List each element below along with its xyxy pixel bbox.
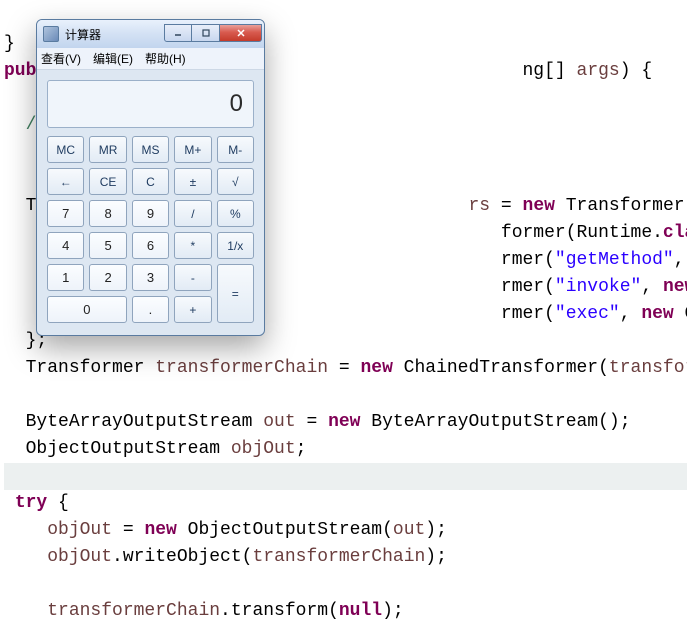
code-highlight-line: [4, 463, 687, 490]
percent-button[interactable]: %: [217, 200, 254, 227]
c-button[interactable]: C: [132, 168, 169, 195]
menu-view[interactable]: 查看(V): [41, 50, 81, 67]
close-button[interactable]: [220, 24, 262, 42]
calculator-title: 计算器: [65, 26, 164, 43]
mplus-button[interactable]: M+: [174, 136, 211, 163]
digit-7-button[interactable]: 7: [47, 200, 84, 227]
multiply-button[interactable]: *: [174, 232, 211, 259]
digit-4-button[interactable]: 4: [47, 232, 84, 259]
ms-button[interactable]: MS: [132, 136, 169, 163]
menu-help[interactable]: 帮助(H): [145, 50, 186, 67]
code-line: try {: [4, 493, 69, 513]
digit-6-button[interactable]: 6: [132, 232, 169, 259]
sqrt-button[interactable]: √: [217, 168, 254, 195]
code-line: ByteArrayOutputStream out = new ByteArra…: [4, 412, 631, 432]
digit-2-button[interactable]: 2: [89, 264, 126, 291]
add-button[interactable]: +: [174, 296, 211, 323]
equals-button[interactable]: =: [217, 264, 254, 323]
calculator-display: 0: [47, 80, 254, 128]
calculator-titlebar[interactable]: 计算器: [37, 20, 264, 48]
calculator-menubar: 查看(V) 编辑(E) 帮助(H): [37, 48, 264, 70]
mr-button[interactable]: MR: [89, 136, 126, 163]
digit-9-button[interactable]: 9: [132, 200, 169, 227]
reciprocal-button[interactable]: 1/x: [217, 232, 254, 259]
code-line: }: [4, 34, 15, 54]
calculator-keypad: MC MR MS M+ M- ← CE C ± √ 7 8 9 / % 4 5 …: [47, 136, 254, 323]
window-controls: [164, 24, 262, 44]
menu-edit[interactable]: 编辑(E): [93, 50, 133, 67]
code-line: ObjectOutputStream objOut;: [4, 439, 306, 459]
digit-0-button[interactable]: 0: [47, 296, 127, 323]
maximize-button[interactable]: [192, 24, 220, 42]
calculator-icon: [43, 26, 59, 42]
minimize-button[interactable]: [164, 24, 192, 42]
calculator-body: 0 MC MR MS M+ M- ← CE C ± √ 7 8 9 / % 4 …: [37, 70, 264, 335]
code-line: objOut.writeObject(transformerChain);: [4, 547, 447, 567]
calculator-window: 计算器 查看(V) 编辑(E) 帮助(H) 0 MC MR MS M+ M- ←…: [36, 19, 265, 336]
mc-button[interactable]: MC: [47, 136, 84, 163]
plus-minus-button[interactable]: ±: [174, 168, 211, 195]
decimal-button[interactable]: .: [132, 296, 169, 323]
code-line: Transformer transformerChain = new Chain…: [4, 358, 687, 378]
code-line: transformerChain.transform(null);: [4, 601, 404, 621]
mminus-button[interactable]: M-: [217, 136, 254, 163]
digit-3-button[interactable]: 3: [132, 264, 169, 291]
digit-8-button[interactable]: 8: [89, 200, 126, 227]
subtract-button[interactable]: -: [174, 264, 211, 291]
ce-button[interactable]: CE: [89, 168, 126, 195]
divide-button[interactable]: /: [174, 200, 211, 227]
digit-5-button[interactable]: 5: [89, 232, 126, 259]
code-line: objOut = new ObjectOutputStream(out);: [4, 520, 447, 540]
digit-1-button[interactable]: 1: [47, 264, 84, 291]
backspace-button[interactable]: ←: [47, 168, 84, 195]
